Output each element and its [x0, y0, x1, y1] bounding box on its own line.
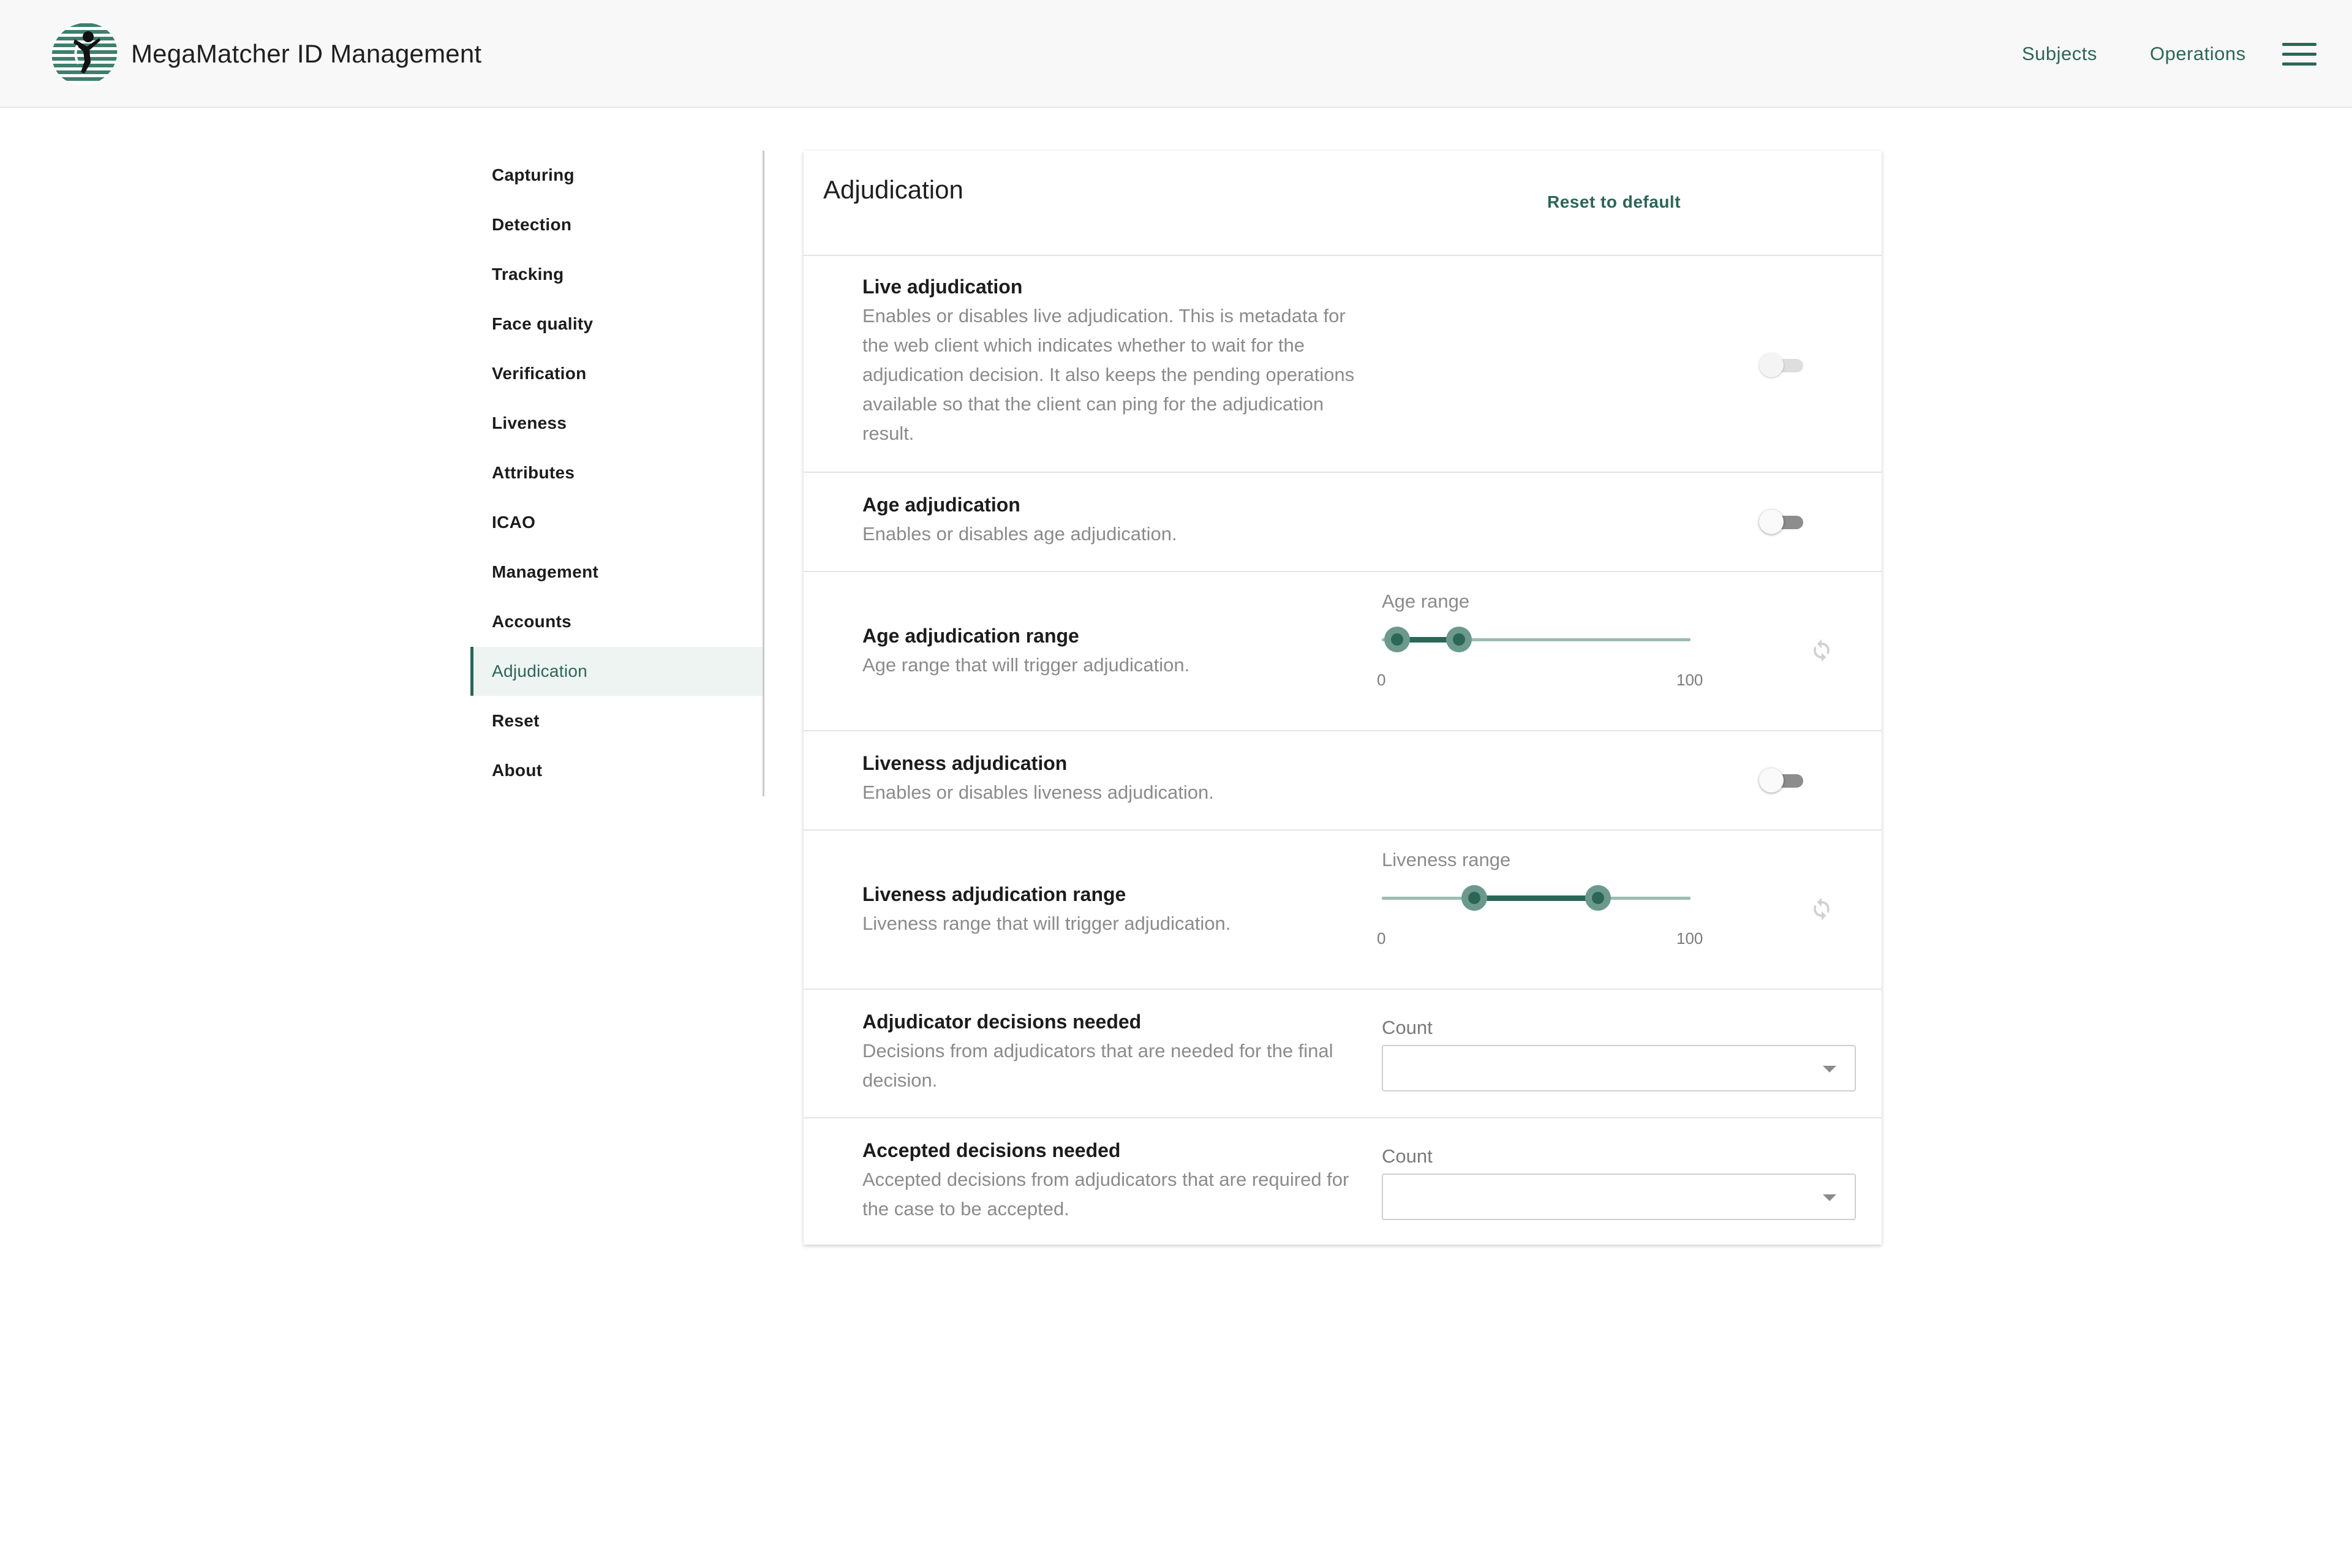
setting-description: Accepted decisions from adjudicators tha…: [862, 1169, 1349, 1219]
app-title: MegaMatcher ID Management: [131, 39, 482, 68]
setting-title: Live adjudication: [862, 276, 1023, 298]
sidebar-item-detection[interactable]: Detection: [470, 200, 763, 249]
adjudication-settings-card: Adjudication Reset to default Live adjud…: [804, 151, 1882, 1245]
slider-min-label: 0: [1377, 671, 1386, 689]
setting-description: Enables or disables liveness adjudicatio…: [862, 782, 1214, 803]
refresh-icon[interactable]: [1808, 895, 1835, 922]
slider-high-handle[interactable]: [1585, 885, 1611, 911]
setting-title: Adjudicator decisions needed: [862, 1011, 1142, 1033]
setting-row-accepted-decisions: Accepted decisions needed Accepted decis…: [804, 1118, 1882, 1245]
setting-description: Enables or disables live adjudication. T…: [862, 305, 1355, 444]
setting-row-age-adjudication: Age adjudication Enables or disables age…: [804, 473, 1882, 572]
adjudicator-decisions-count-select[interactable]: [1382, 1045, 1856, 1091]
megamatcher-logo-icon[interactable]: [50, 18, 119, 87]
slider-max-label: 100: [1676, 671, 1703, 689]
caret-down-icon: [1823, 1194, 1836, 1201]
setting-title: Age adjudication range: [862, 625, 1079, 647]
sidebar-item-icao[interactable]: ICAO: [470, 498, 763, 547]
liveness-range-slider[interactable]: [1382, 880, 1691, 916]
app-header: MegaMatcher ID Management Subjects Opera…: [0, 0, 2352, 108]
accepted-decisions-count-select[interactable]: [1382, 1174, 1856, 1220]
sidebar-item-verification[interactable]: Verification: [470, 349, 763, 398]
sidebar-item-capturing[interactable]: Capturing: [470, 151, 763, 200]
setting-title: Accepted decisions needed: [862, 1139, 1121, 1161]
sidebar-item-management[interactable]: Management: [470, 548, 763, 597]
count-field-label: Count: [1382, 1145, 1433, 1167]
setting-row-live-adjudication: Live adjudication Enables or disables li…: [804, 256, 1882, 473]
refresh-icon[interactable]: [1808, 637, 1835, 664]
sidebar-item-tracking[interactable]: Tracking: [470, 250, 763, 299]
page-title: Adjudication: [823, 175, 963, 204]
live-adjudication-toggle[interactable]: [1759, 353, 1804, 377]
reset-to-default-button[interactable]: Reset to default: [1547, 190, 1681, 214]
sidebar-item-reset[interactable]: Reset: [470, 696, 763, 745]
slider-min-label: 0: [1377, 929, 1386, 948]
liveness-adjudication-toggle[interactable]: [1759, 768, 1804, 793]
sidebar-item-attributes[interactable]: Attributes: [470, 448, 763, 497]
setting-description: Liveness range that will trigger adjudic…: [862, 913, 1231, 934]
setting-row-liveness-adjudication: Liveness adjudication Enables or disable…: [804, 731, 1882, 831]
setting-description: Age range that will trigger adjudication…: [862, 654, 1190, 676]
slider-low-handle[interactable]: [1461, 885, 1488, 911]
sidebar-item-face-quality[interactable]: Face quality: [470, 300, 763, 349]
slider-low-handle[interactable]: [1384, 627, 1411, 652]
sidebar-item-adjudication[interactable]: Adjudication: [470, 647, 763, 696]
setting-row-adjudicator-decisions: Adjudicator decisions needed Decisions f…: [804, 990, 1882, 1118]
caret-down-icon: [1823, 1066, 1836, 1072]
slider-selected-range: [1474, 895, 1598, 901]
age-adjudication-toggle[interactable]: [1759, 510, 1804, 534]
age-range-label: Age range: [1382, 590, 1470, 612]
setting-description: Enables or disables age adjudication.: [862, 523, 1177, 545]
sidebar-item-liveness[interactable]: Liveness: [470, 399, 763, 448]
count-field-label: Count: [1382, 1017, 1433, 1038]
setting-title: Liveness adjudication: [862, 752, 1068, 774]
slider-max-label: 100: [1676, 929, 1703, 948]
card-header: Adjudication Reset to default: [804, 151, 1882, 256]
hamburger-menu-icon[interactable]: [2282, 42, 2316, 67]
setting-description: Decisions from adjudicators that are nee…: [862, 1040, 1333, 1091]
slider-high-handle[interactable]: [1446, 627, 1472, 652]
setting-row-liveness-range: Liveness adjudication range Liveness ran…: [804, 831, 1882, 990]
setting-title: Age adjudication: [862, 494, 1020, 516]
setting-row-age-range: Age adjudication range Age range that wi…: [804, 572, 1882, 731]
nav-operations-link[interactable]: Operations: [2150, 40, 2246, 67]
nav-subjects-link[interactable]: Subjects: [2022, 40, 2097, 67]
sidebar-item-accounts[interactable]: Accounts: [470, 597, 763, 646]
sidebar-item-about[interactable]: About: [470, 746, 763, 795]
setting-title: Liveness adjudication range: [862, 883, 1126, 905]
liveness-range-label: Liveness range: [1382, 849, 1511, 870]
settings-sidebar: Capturing Detection Tracking Face qualit…: [470, 151, 764, 796]
age-range-slider[interactable]: [1382, 621, 1691, 658]
